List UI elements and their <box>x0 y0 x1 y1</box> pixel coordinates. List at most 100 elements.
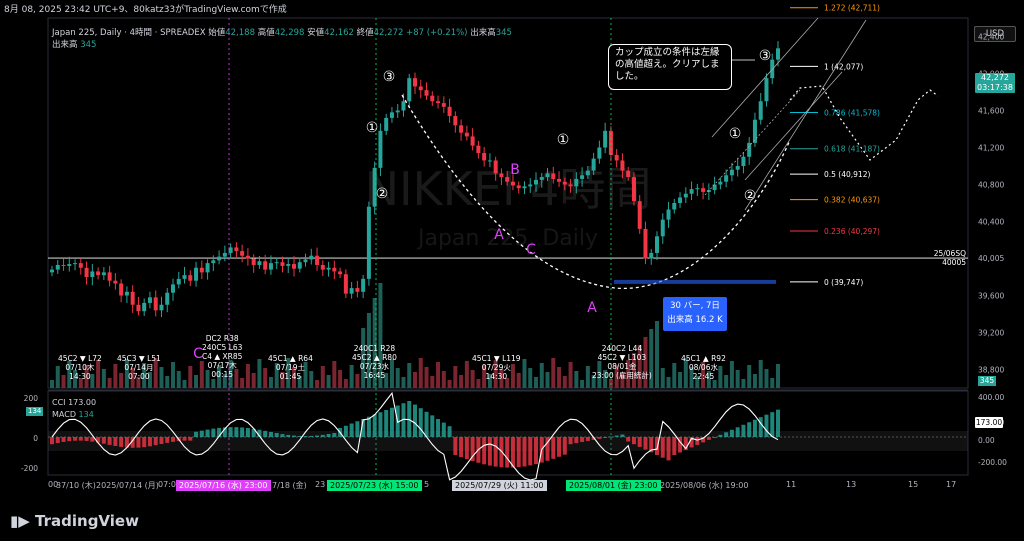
candle-body <box>251 258 256 265</box>
time-axis-label: 2025/07/14 (月) <box>96 481 159 490</box>
volume-bar <box>666 377 671 388</box>
pattern-marker: ② <box>376 186 389 202</box>
macd-bar <box>194 431 199 437</box>
volume-bar <box>655 321 659 388</box>
volume-bar <box>747 365 752 388</box>
macd-bar <box>268 431 273 437</box>
macd-bar <box>153 437 158 446</box>
macd-bar <box>320 434 325 437</box>
candle-body <box>90 271 95 277</box>
candle-body <box>522 186 527 189</box>
macd-bar <box>776 409 780 437</box>
macd-bar <box>309 435 314 437</box>
candle-body <box>649 252 654 259</box>
candle-body <box>660 219 665 237</box>
volume-bar <box>758 360 763 388</box>
volume-bar <box>752 374 757 388</box>
macd-legend-value: 134 <box>78 410 94 419</box>
candle-body <box>320 264 325 270</box>
fib-label: 0.382 (40,637) <box>824 196 880 205</box>
macd-bar <box>585 437 590 441</box>
macd-bar <box>430 415 435 437</box>
time-axis-label: 2025/07/23 (水) 15:00 <box>327 480 422 491</box>
candle-body <box>268 263 273 270</box>
event-label: 240C2 L44 45C2 ▼ L103 08/01金 23:00 (雇用統計… <box>592 344 652 380</box>
macd-legend[interactable]: MACD 134 <box>52 410 94 419</box>
candle-body <box>626 170 631 178</box>
pattern-marker: A <box>587 300 597 316</box>
candle-body <box>171 284 175 293</box>
candle-body <box>159 304 164 311</box>
volume-bar <box>522 359 527 388</box>
candle-body <box>61 264 66 266</box>
macd-bar <box>384 410 389 437</box>
date-price-range-box[interactable]: 30 バー, 7日 出来高 16.2 K <box>663 297 727 331</box>
macd-bar <box>459 437 464 458</box>
macd-bar <box>113 437 118 447</box>
chart-root: 8月 08, 2025 23:42 UTC+9、80katz33がTrading… <box>0 0 1024 541</box>
volume-bar <box>413 372 417 388</box>
candle-body <box>614 154 619 161</box>
macd-bar <box>706 437 711 440</box>
fib-label: 0.236 (40,297) <box>824 227 880 236</box>
cci-axis-label: -200.00 <box>978 458 1007 467</box>
pattern-marker: ③ <box>383 69 396 85</box>
candle-body <box>620 160 625 171</box>
volume-bar <box>315 380 320 388</box>
candle-body <box>701 188 706 192</box>
macd-bar <box>770 412 775 437</box>
candle-body <box>476 145 481 154</box>
time-axis-label: 23 <box>315 480 326 489</box>
macd-bar <box>50 437 54 445</box>
pattern-marker: A <box>494 227 504 243</box>
time-axis-label: 2025/08/06 (水) 19:00 <box>660 481 749 490</box>
candle-body <box>147 297 152 303</box>
macd-bar <box>614 435 619 437</box>
candle-body <box>407 78 412 102</box>
candle-body <box>487 160 492 162</box>
macd-bar <box>562 437 567 455</box>
volume-bar <box>245 364 250 388</box>
volume-bar <box>459 375 464 388</box>
fib-label: 0.786 (41,578) <box>824 109 880 118</box>
macd-bar <box>199 430 204 437</box>
cci-legend-label: CCI <box>52 398 66 407</box>
cci-value-badge: 173.00 <box>975 417 1003 428</box>
macd-bar <box>580 437 585 443</box>
macd-bar <box>752 419 757 437</box>
volume-bar <box>257 359 262 388</box>
candle-body <box>568 184 573 187</box>
macd-bar <box>487 437 492 466</box>
macd-bar <box>718 434 723 437</box>
time-axis-label: 2025/07/29 (火) 11:00 <box>452 480 547 491</box>
candle-body <box>516 185 521 189</box>
chart-canvas[interactable]: NIKKEI 4時間Japan 225, Daily42,40042,00041… <box>0 0 1024 541</box>
cci-legend[interactable]: CCI 173.00 <box>52 398 96 407</box>
annotation-callout[interactable]: カップ成立の条件は左縁の高値超え。クリアしました。 <box>608 44 732 90</box>
candle-body <box>136 304 141 312</box>
volume-bar <box>545 372 550 388</box>
macd-bar <box>147 437 152 447</box>
candle-body <box>689 189 694 194</box>
fib-label: 1 (42,077) <box>824 62 863 71</box>
candle-body <box>234 247 239 252</box>
volume-bar <box>672 363 677 388</box>
candle-body <box>631 177 636 202</box>
macd-bar <box>413 404 417 437</box>
macd-bar <box>626 437 631 442</box>
macd-bar <box>655 437 659 455</box>
time-axis-label: 17 <box>946 480 957 489</box>
pattern-marker: ① <box>729 126 742 142</box>
candle-body <box>211 260 216 264</box>
pattern-marker: ③ <box>759 48 772 64</box>
volume-bar <box>182 380 187 388</box>
time-axis-label: 2025/08/01 (金) 23:00 <box>566 480 661 491</box>
candle-body <box>764 78 769 102</box>
candle-body <box>447 106 452 117</box>
macd-bar <box>188 437 193 441</box>
candle-body <box>50 269 54 273</box>
macd-bar <box>73 437 78 441</box>
candle-body <box>332 267 337 272</box>
price-range-selection <box>614 279 776 284</box>
volume-bar <box>211 379 216 388</box>
